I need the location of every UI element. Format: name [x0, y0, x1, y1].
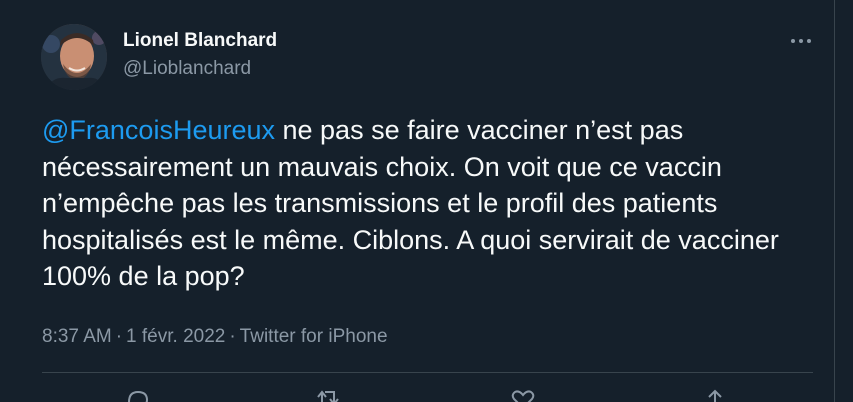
share-icon: [708, 389, 722, 402]
mention-link[interactable]: @FrancoisHeureux: [42, 115, 275, 145]
retweet-button[interactable]: [313, 388, 343, 402]
meta-separator: ·: [229, 326, 236, 347]
more-horizontal-icon: [791, 39, 795, 43]
share-button[interactable]: [700, 388, 730, 402]
author-name[interactable]: Lionel Blanchard: [123, 30, 277, 52]
reply-icon: [128, 390, 149, 402]
action-bar: [0, 388, 834, 402]
avatar[interactable]: [41, 24, 107, 90]
heart-icon: [511, 390, 535, 402]
column-border: [834, 0, 835, 402]
meta-separator: ·: [115, 326, 123, 347]
tweet-date[interactable]: 1 févr. 2022: [126, 326, 225, 347]
avatar-photo: [41, 24, 107, 90]
tweet-text: @FrancoisHeureux ne pas se faire vaccine…: [42, 112, 822, 295]
like-button[interactable]: [508, 388, 538, 402]
more-options-button[interactable]: [784, 28, 818, 54]
tweet-time[interactable]: 8:37 AM: [42, 326, 112, 347]
tweet: Lionel Blanchard @Lioblanchard @Francois…: [0, 0, 834, 402]
divider: [42, 372, 813, 373]
retweet-icon: [317, 390, 339, 402]
author-handle[interactable]: @Lioblanchard: [123, 58, 251, 80]
tweet-metadata: 8:37 AM · 1 févr. 2022 · Twitter for iPhone: [42, 326, 388, 348]
reply-button[interactable]: [123, 388, 153, 402]
tweet-source[interactable]: Twitter for iPhone: [240, 326, 388, 347]
